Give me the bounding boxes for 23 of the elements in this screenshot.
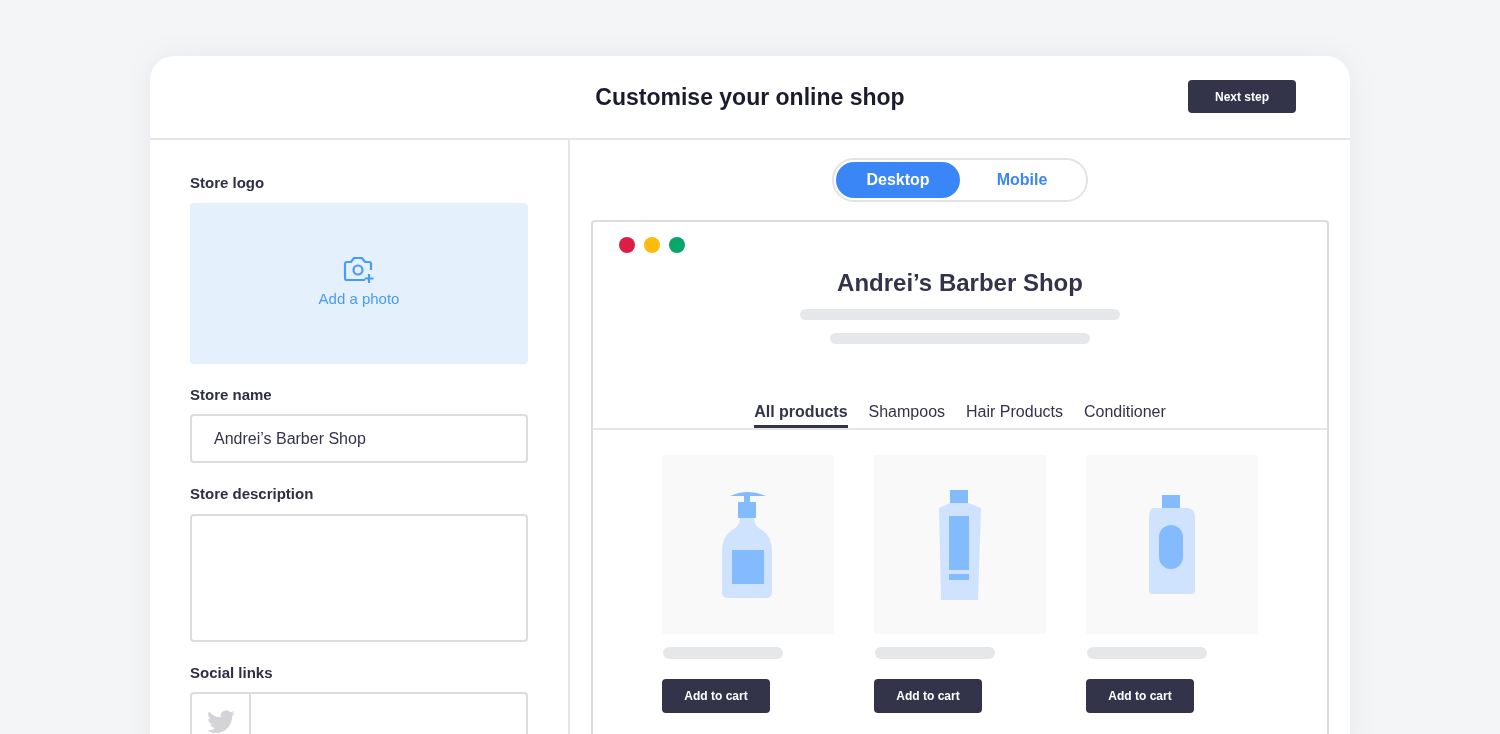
- category-tab[interactable]: All products: [754, 400, 848, 428]
- store-name-field[interactable]: Andrei’s Barber Shop: [190, 414, 528, 463]
- add-to-cart-button[interactable]: Add to cart: [662, 679, 770, 713]
- add-photo-text: Add a photo: [318, 288, 400, 309]
- next-step-button[interactable]: Next step: [1188, 80, 1296, 113]
- twitter-link-field[interactable]: [190, 692, 528, 734]
- add-to-cart-button[interactable]: Add to cart: [1086, 679, 1194, 713]
- tube-icon: [937, 489, 983, 600]
- view-toggle-tab[interactable]: Desktop: [836, 162, 960, 198]
- field-label: Store name: [190, 384, 273, 405]
- field-label: Store description: [190, 484, 315, 504]
- add-to-cart-button[interactable]: Add to cart: [874, 679, 982, 713]
- bottle-icon: [1149, 494, 1195, 595]
- field-label: Social links: [190, 662, 274, 683]
- category-tab[interactable]: Hair Products: [966, 400, 1063, 428]
- bird-icon: [206, 710, 235, 734]
- field-label: Store logo: [190, 173, 266, 193]
- store-description-field[interactable]: [190, 513, 528, 642]
- shop-title: Andrei’s Barber Shop: [837, 268, 1083, 298]
- category-tab[interactable]: Conditioner: [1083, 400, 1166, 428]
- page-title: Customise your online shop: [595, 82, 905, 112]
- camera-add-icon: [343, 255, 375, 284]
- category-tab[interactable]: Shampoos: [868, 400, 946, 428]
